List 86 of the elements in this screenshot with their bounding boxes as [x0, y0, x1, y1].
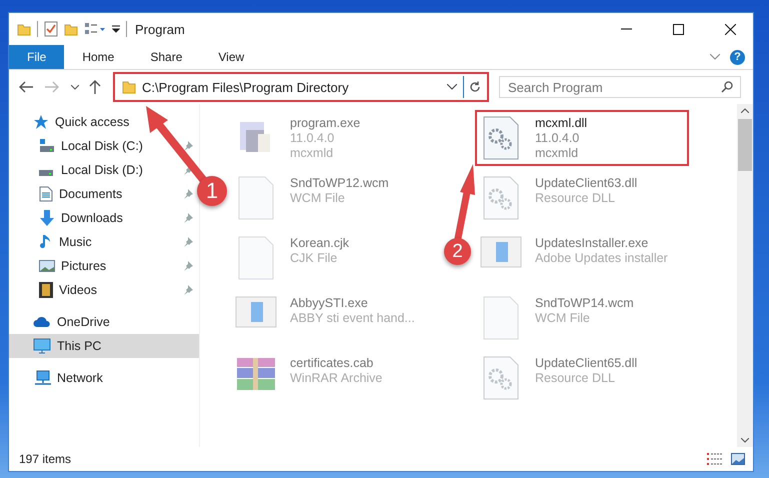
- application-window-icon: [234, 296, 278, 328]
- file-detail: WCM File: [535, 311, 591, 325]
- expand-ribbon-icon[interactable]: [710, 54, 720, 60]
- sidebar-item[interactable]: Documents: [9, 182, 199, 206]
- drive-icon: [39, 170, 55, 176]
- picture-icon: [39, 259, 55, 273]
- file-name: UpdateClient63.dll: [535, 176, 638, 190]
- address-field[interactable]: C:\Program Files\Program Directory: [116, 76, 464, 98]
- help-button[interactable]: ?: [730, 50, 745, 64]
- file-item[interactable]: UpdateClient63.dll Resource DLL: [475, 170, 689, 226]
- window-title: Program: [135, 22, 185, 36]
- star-icon: [33, 114, 49, 130]
- sidebar-item[interactable]: Downloads: [9, 206, 199, 230]
- file-detail: Resource DLL: [535, 191, 616, 205]
- maximize-icon: [672, 24, 684, 34]
- ribbon-tab[interactable]: Home: [64, 45, 132, 69]
- file-name: program.exe: [290, 116, 360, 130]
- sidebar-item[interactable]: OneDrive: [9, 310, 199, 334]
- file-name: SndToWP12.wcm: [290, 176, 389, 190]
- scroll-down-icon[interactable]: [741, 438, 749, 443]
- file-item[interactable]: Korean.cjk CJK File: [230, 230, 444, 286]
- file-name: AbbyySTI.exe: [290, 296, 369, 310]
- recent-locations-icon[interactable]: [71, 84, 79, 90]
- file-item[interactable]: mcxml.dll 11.0.4.0 mcxmld: [475, 110, 689, 166]
- file-detail: 11.0.4.0: [535, 131, 580, 145]
- file-detail: Resource DLL: [535, 371, 616, 385]
- drive-icon: [39, 139, 55, 153]
- file-name: SndToWP14.wcm: [535, 296, 634, 310]
- dropdown-icon[interactable]: [447, 84, 457, 90]
- file-name: UpdatesInstaller.exe: [535, 236, 650, 250]
- sidebar-item[interactable]: Quick access: [9, 110, 199, 134]
- file-item[interactable]: program.exe 11.0.4.0 mcxmld: [230, 110, 444, 166]
- file-item[interactable]: SndToWP14.wcm WCM File: [475, 290, 689, 346]
- down-arrow-icon: [39, 210, 55, 226]
- sidebar-item[interactable]: Local Disk (D:): [9, 158, 199, 182]
- search-field[interactable]: Search Program: [499, 76, 741, 98]
- document-icon: [39, 186, 53, 202]
- refresh-icon: [469, 81, 481, 93]
- cloud-icon: [33, 316, 51, 328]
- sidebar-item[interactable]: Pictures: [9, 254, 199, 278]
- file-name: mcxml.dll: [535, 116, 588, 130]
- file-detail: ABBY sti event hand...: [290, 311, 415, 325]
- scroll-thumb[interactable]: [738, 119, 752, 171]
- file-detail: mcxmld: [535, 146, 580, 160]
- sidebar-item[interactable]: Network: [9, 366, 199, 390]
- file-name: Korean.cjk: [290, 236, 350, 250]
- file-item[interactable]: UpdatesInstaller.exe Adobe Updates installer: [475, 230, 689, 286]
- file-detail: WCM File: [290, 191, 346, 205]
- large-icons-view-icon[interactable]: [731, 453, 745, 465]
- file-item[interactable]: UpdateClient65.dll Resource DLL: [475, 350, 689, 406]
- computer-icon: [33, 338, 51, 354]
- film-icon: [39, 282, 53, 298]
- sidebar-item[interactable]: Local Disk (C:): [9, 134, 199, 158]
- search-icon: [721, 81, 733, 93]
- sidebar-item[interactable]: This PC: [9, 334, 199, 358]
- properties-icon[interactable]: [44, 21, 58, 37]
- file-item[interactable]: AbbyySTI.exe ABBY sti event hand...: [230, 290, 444, 346]
- details-view-icon[interactable]: [707, 453, 723, 465]
- music-note-icon: [39, 234, 53, 250]
- sidebar-item[interactable]: Music: [9, 230, 199, 254]
- scroll-up-icon[interactable]: [741, 108, 749, 113]
- sidebar-item[interactable]: Videos: [9, 278, 199, 302]
- back-arrow-icon[interactable]: [19, 81, 33, 93]
- network-icon: [33, 370, 51, 386]
- ribbon-tab[interactable]: Share: [132, 45, 200, 69]
- file-detail: 11.0.4.0: [290, 131, 336, 145]
- minimize-icon: [620, 28, 632, 30]
- application-window-icon: [479, 236, 523, 268]
- item-count: 197 items: [19, 452, 72, 466]
- file-detail: CJK File: [290, 251, 338, 265]
- up-arrow-icon[interactable]: [89, 80, 101, 94]
- folder-icon: [122, 80, 136, 94]
- archive-books-icon: [234, 356, 278, 392]
- close-icon: [724, 24, 736, 34]
- ribbon-tab[interactable]: File: [9, 45, 64, 69]
- file-item[interactable]: SndToWP12.wcm WCM File: [230, 170, 444, 226]
- file-detail: Adobe Updates installer: [535, 251, 668, 265]
- file-detail: WinRAR Archive: [290, 371, 382, 385]
- file-item[interactable]: certificates.cab WinRAR Archive: [230, 350, 444, 406]
- file-name: UpdateClient65.dll: [535, 356, 638, 370]
- view-options-icon[interactable]: [84, 22, 106, 36]
- file-detail: mcxmld: [290, 146, 334, 160]
- file-name: certificates.cab: [290, 356, 374, 370]
- ribbon-tab[interactable]: View: [200, 45, 262, 69]
- scrollbar[interactable]: [737, 104, 753, 447]
- customize-toolbar-icon[interactable]: [112, 24, 120, 34]
